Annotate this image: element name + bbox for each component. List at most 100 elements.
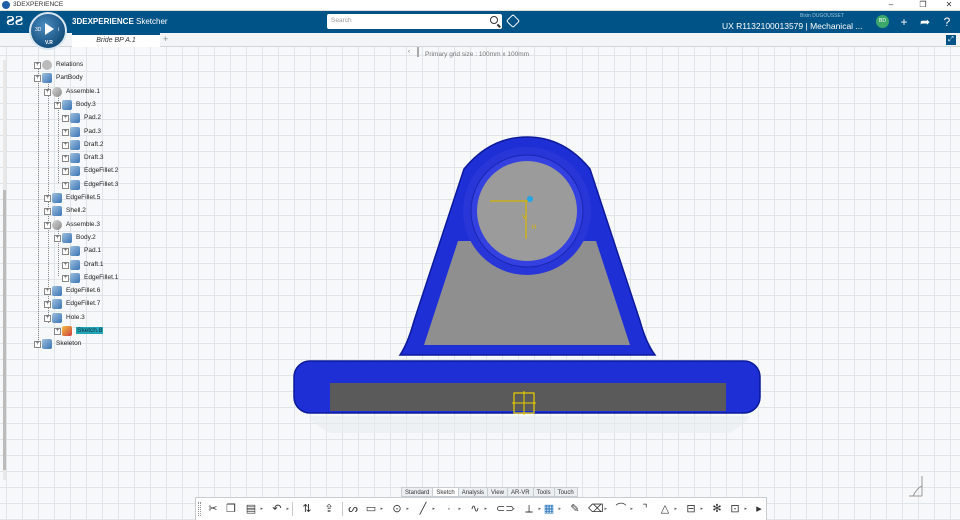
share-icon[interactable]: ➦ (918, 15, 932, 29)
expand-toggle-icon[interactable]: + (54, 101, 61, 109)
compass-widget[interactable]: 3D i V.R (29, 12, 67, 50)
play-icon[interactable] (45, 23, 54, 35)
tree-node-label: EdgeFillet.5 (66, 194, 101, 201)
user-name: Bixin DUGOUSSET (800, 13, 844, 19)
expand-toggle-icon[interactable]: + (62, 261, 69, 269)
close-button[interactable]: ✕ (938, 0, 960, 11)
add-tab-button[interactable]: + (163, 34, 168, 44)
compass-version: V.R (45, 40, 53, 46)
expand-toggle-icon[interactable]: + (62, 128, 69, 136)
exit-sketch-icon[interactable]: ⇪ (322, 502, 336, 516)
chamfer-icon[interactable]: ⌝ (638, 502, 652, 516)
expand-toggle-icon[interactable]: + (62, 155, 69, 163)
search-input[interactable]: Search (327, 14, 502, 29)
rectangle-icon[interactable]: ▭ ▸ (364, 502, 383, 516)
feature-icon (70, 126, 80, 137)
tree-scroll-thumb[interactable] (3, 190, 6, 470)
expand-toggle-icon[interactable]: + (44, 288, 51, 296)
tab-analysis[interactable]: Analysis (457, 487, 489, 497)
expand-toggle-icon[interactable]: + (44, 88, 51, 96)
update-icon[interactable]: ⇅ (300, 502, 314, 516)
tab-arvr[interactable]: AR-VR (506, 487, 534, 497)
app-title: 3DEXPERIENCE Sketcher (72, 17, 168, 26)
tab-view[interactable]: View (487, 487, 508, 497)
expand-toggle-icon[interactable]: + (62, 115, 69, 123)
profile-icon[interactable]: ᔕ (346, 502, 360, 516)
feature-icon (62, 232, 72, 243)
feature-icon (70, 179, 80, 190)
feature-icon (52, 206, 62, 217)
paste-icon[interactable]: ▤ ▸ (244, 502, 263, 516)
tag-icon[interactable] (505, 13, 521, 29)
cut-icon[interactable]: ✂ (206, 502, 220, 516)
expand-toggle-icon[interactable]: + (44, 208, 51, 216)
construction-icon[interactable]: ⟂ ▸ (522, 502, 541, 516)
expand-toggle-icon[interactable]: + (44, 301, 51, 309)
action-bar: ✂ ❐ ▤ ▸ ↶ ▸ ⇅ ⇪ ᔕ ▭ ▸ ⊙ ▸ ╱ ▸ · ▸ ∿ ▸ ⊂⊃ ▸ ⟂ ▸ ▦ ▸… (195, 497, 767, 520)
feature-icon (52, 86, 62, 97)
expand-toggle-icon[interactable]: + (34, 75, 41, 83)
separator (342, 502, 343, 516)
feature-icon (70, 113, 80, 124)
expand-toggle-icon[interactable]: + (44, 195, 51, 202)
help-icon[interactable]: ? (940, 15, 954, 29)
minimize-button[interactable]: – (880, 0, 902, 11)
erase-icon[interactable]: ⌫ ▸ (588, 502, 607, 516)
ds-logo-icon[interactable]: ƧƧ (6, 14, 23, 28)
expand-toggle-icon[interactable]: + (62, 168, 69, 176)
expand-toggle-icon[interactable]: + (34, 62, 41, 69)
corner-icon[interactable]: ⌒ ▸ (614, 502, 634, 516)
tree-node-label: EdgeFillet.6 (66, 287, 101, 295)
maximize-button[interactable]: ❐ (912, 0, 934, 11)
tab-bride-bp[interactable]: Bride BP A.1 (72, 33, 160, 47)
feature-icon (52, 299, 62, 310)
action-bar-grip[interactable] (198, 502, 201, 516)
spline-icon[interactable]: ∿ ▸ (468, 502, 487, 516)
expand-toggle-icon[interactable]: + (54, 234, 61, 242)
trim-icon[interactable]: ✎ (568, 502, 582, 516)
feature-icon (70, 153, 80, 164)
more-icon[interactable]: ▸ (752, 502, 766, 516)
tree-node-label: Pad.1 (84, 247, 101, 255)
auto-constraint-icon[interactable]: ✻ (710, 502, 724, 516)
line-icon[interactable]: ╱ ▸ (416, 502, 435, 516)
3d-viewport[interactable]: ‹ Primary grid size : 100mm x 100mm V H (0, 47, 960, 520)
tab-tools[interactable]: Tools (532, 487, 555, 497)
expand-icon[interactable]: ⤢ (946, 35, 956, 45)
expand-toggle-icon[interactable]: + (62, 274, 69, 282)
tree-scrollbar[interactable] (3, 60, 6, 480)
add-icon[interactable]: + (897, 15, 911, 29)
expand-toggle-icon[interactable]: + (62, 181, 69, 189)
constraint-icon[interactable]: △ ▸ (658, 502, 677, 516)
expand-toggle-icon[interactable]: + (44, 221, 51, 229)
undo-icon[interactable]: ↶ ▸ (270, 502, 289, 516)
point-icon[interactable]: · ▸ (442, 502, 461, 516)
model-id[interactable]: UX R1132100013579 | Mechanical ... (722, 21, 863, 31)
expand-toggle-icon[interactable]: + (44, 314, 51, 322)
collapse-tree-icon[interactable]: ‹ (408, 49, 410, 55)
dimension-icon[interactable]: ⊟ ▸ (684, 502, 703, 516)
tree-node-label: PartBody (56, 74, 83, 82)
expand-toggle-icon[interactable]: + (62, 248, 69, 256)
offset-icon[interactable]: ▦ ▸ (542, 502, 561, 516)
ellipse-icon[interactable]: ⊂⊃ ▸ (496, 502, 515, 516)
copy-icon[interactable]: ❐ (224, 502, 238, 516)
expand-toggle-icon[interactable]: + (62, 141, 69, 149)
sketch-analysis-icon[interactable]: ⊡ ▸ (728, 502, 747, 516)
part-model[interactable]: V H (280, 133, 770, 433)
app-header: ƧƧ 3DEXPERIENCE Sketcher Search Bixin DU… (0, 11, 960, 33)
feature-icon (70, 246, 80, 257)
expand-toggle-icon[interactable]: + (34, 341, 41, 349)
circle-icon[interactable]: ⊙ ▸ (390, 502, 409, 516)
feature-icon (70, 272, 80, 283)
sketch-origin-point[interactable] (527, 196, 533, 202)
search-icon[interactable] (490, 16, 498, 24)
avatar[interactable]: BD (876, 15, 889, 28)
tab-sketch[interactable]: Sketch (432, 487, 459, 497)
tab-touch[interactable]: Touch (553, 487, 578, 497)
expand-toggle-icon[interactable]: + (54, 328, 61, 335)
splitter-handle[interactable] (417, 47, 419, 57)
tree-node-label: Draft.2 (84, 140, 104, 148)
tab-standard[interactable]: Standard (401, 487, 434, 497)
feature-icon (70, 259, 80, 270)
